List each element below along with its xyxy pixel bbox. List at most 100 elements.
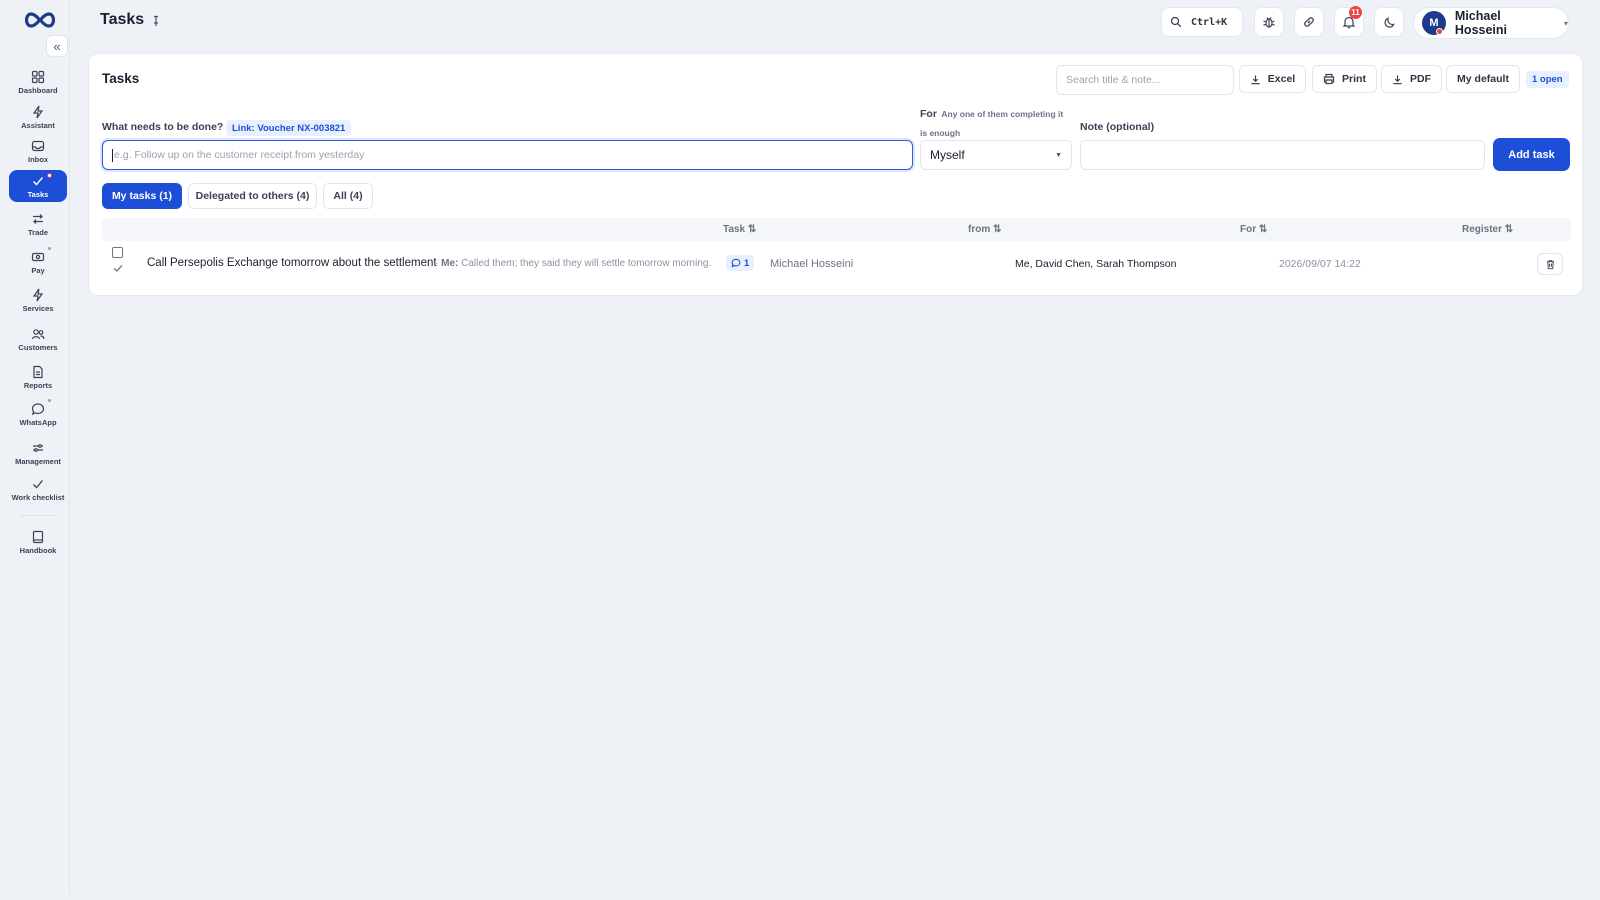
download-icon: [1393, 74, 1402, 84]
sidebar-item-label: Reports: [23, 380, 53, 390]
sidebar-item-label: Tasks: [27, 189, 49, 199]
note-text: Called them; they said they will settle …: [461, 258, 712, 269]
export-excel-button[interactable]: Excel: [1239, 65, 1306, 93]
print-button[interactable]: Print: [1312, 65, 1377, 93]
column-header-task[interactable]: Task ⇅: [723, 224, 756, 235]
sidebar-item-label: Customers: [18, 342, 58, 352]
sidebar-item-label: Services: [22, 303, 54, 313]
grid-icon: [31, 70, 45, 83]
sidebar-item-label: Work checklist: [11, 492, 65, 502]
note-author: Me:: [441, 258, 459, 269]
cash-icon: [31, 252, 45, 261]
check-icon: [33, 479, 43, 488]
swap-icon: [33, 213, 43, 224]
for-label-text: For: [920, 108, 937, 120]
sidebar-item-assistant[interactable]: Assistant: [9, 101, 67, 133]
note-input[interactable]: [1080, 140, 1485, 170]
pdf-label: PDF: [1410, 73, 1431, 85]
sidebar-item-pay[interactable]: Pay: [9, 246, 67, 278]
avatar-initial: M: [1429, 17, 1439, 29]
sidebar-item-customers[interactable]: Customers: [9, 323, 67, 355]
table-header: Task ⇅ from ⇅ For ⇅ Register ⇅: [102, 218, 1571, 241]
text-caret: [112, 148, 113, 162]
presence-dot: [1436, 28, 1443, 35]
export-pdf-button[interactable]: PDF: [1381, 65, 1442, 93]
sidebar-item-tasks[interactable]: Tasks: [9, 170, 67, 202]
bolt-icon: [32, 105, 44, 118]
row-select-checkbox[interactable]: [112, 247, 123, 258]
chevron-down-icon: ▾: [1563, 18, 1568, 28]
sidebar-item-work-checklist[interactable]: Work checklist: [9, 473, 67, 505]
note-field-label: Note (optional): [1080, 121, 1155, 133]
sidebar-item-inbox[interactable]: Inbox: [9, 135, 67, 167]
for-field-label: For Any one of them completing it is eno…: [920, 104, 1070, 142]
sidebar-item-management[interactable]: Management: [9, 437, 67, 469]
bolt-icon: [32, 288, 44, 301]
task-title[interactable]: Call Persepolis Exchange tomorrow about …: [147, 257, 437, 269]
search-icon: [1170, 16, 1182, 28]
printer-icon: [1323, 73, 1335, 85]
chevron-down-icon: ▼: [1055, 151, 1062, 159]
for-hint-text: Any one of them completing it is enough: [920, 109, 1064, 138]
debug-button[interactable]: [1254, 7, 1284, 37]
notification-count-badge: 11: [1349, 6, 1362, 19]
bug-icon: [1263, 17, 1275, 28]
tasks-card: Tasks Search title & note... Excel Print…: [88, 53, 1583, 296]
notifications-button[interactable]: 11: [1334, 6, 1364, 37]
document-icon: [33, 365, 43, 378]
sidebar-item-label: Dashboard: [18, 85, 58, 95]
collapse-sidebar-button[interactable]: «: [46, 35, 68, 57]
column-header-register[interactable]: Register ⇅: [1462, 224, 1513, 235]
sidebar-item-label: Trade: [27, 227, 48, 237]
sidebar-item-reports[interactable]: Reports: [9, 361, 67, 393]
avatar: M: [1422, 11, 1446, 35]
global-search-button[interactable]: Ctrl+K: [1161, 7, 1243, 37]
assignee-select[interactable]: Myself ▼: [920, 140, 1072, 170]
sidebar-item-dashboard[interactable]: Dashboard: [9, 66, 67, 98]
assignee-select-value: Myself: [930, 148, 965, 162]
comment-count-badge[interactable]: 1: [726, 255, 755, 271]
comment-count: 1: [744, 257, 750, 269]
page-title: Tasks: [100, 11, 145, 28]
task-note: · Me: Called them; they said they will s…: [435, 258, 711, 269]
link-button[interactable]: [1294, 7, 1324, 37]
sidebar-item-label: Handbook: [19, 545, 57, 555]
table-row: Call Persepolis Exchange tomorrow about …: [102, 243, 1571, 287]
check-icon: [33, 176, 44, 186]
my-default-button[interactable]: My default: [1446, 65, 1520, 93]
users-icon: [31, 328, 45, 339]
pin-icon[interactable]: [151, 15, 161, 27]
voucher-link-chip[interactable]: Link: Voucher NX-003821: [226, 120, 352, 136]
sidebar-item-trade[interactable]: Trade: [9, 208, 67, 240]
task-field-label: What needs to be done?: [102, 121, 224, 133]
tab-all[interactable]: All (4): [323, 183, 373, 209]
task-title-input[interactable]: e.g. Follow up on the customer receipt f…: [102, 140, 913, 170]
sidebar-item-whatsapp[interactable]: WhatsApp: [9, 398, 67, 430]
infinity-logo-icon[interactable]: [22, 10, 58, 30]
delete-task-button[interactable]: [1537, 253, 1563, 275]
add-task-button[interactable]: Add task: [1493, 138, 1570, 171]
sidebar-item-services[interactable]: Services: [9, 284, 67, 316]
task-registered-date: 2026/09/07 14:22: [1279, 258, 1361, 270]
user-name: Michael Hosseini: [1454, 9, 1508, 37]
column-header-from[interactable]: from ⇅: [968, 224, 1001, 235]
shortcut-hint: Ctrl+K: [1191, 16, 1228, 28]
moon-icon: [1383, 16, 1395, 28]
tab-delegated[interactable]: Delegated to others (4): [188, 183, 317, 209]
sidebar: « Dashboard Assistant Inbox Tasks Trade …: [6, 0, 70, 894]
print-label: Print: [1342, 73, 1366, 85]
note-separator: ·: [435, 258, 439, 269]
dark-mode-toggle[interactable]: [1374, 7, 1404, 37]
task-input-placeholder: e.g. Follow up on the customer receipt f…: [114, 149, 365, 161]
tab-my-tasks[interactable]: My tasks (1): [102, 183, 182, 209]
sidebar-item-label: Management: [15, 456, 61, 466]
book-icon: [32, 530, 44, 543]
user-menu[interactable]: M Michael Hosseini ▾: [1413, 7, 1569, 39]
mark-done-check-icon[interactable]: [112, 263, 124, 273]
task-search-input[interactable]: Search title & note...: [1056, 65, 1234, 95]
column-header-for[interactable]: For ⇅: [1240, 224, 1267, 235]
inbox-icon: [31, 140, 45, 151]
sidebar-item-handbook[interactable]: Handbook: [9, 526, 67, 558]
sidebar-item-label: WhatsApp: [19, 417, 57, 427]
link-icon: [1304, 17, 1314, 27]
